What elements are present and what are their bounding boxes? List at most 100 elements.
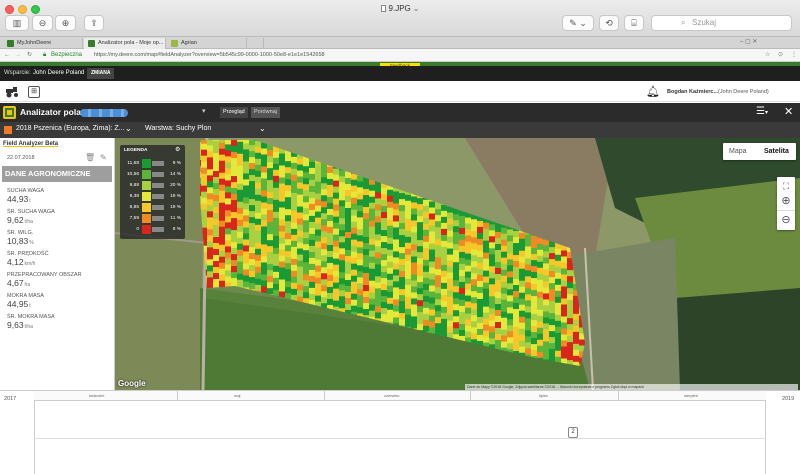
yield-cell [357, 235, 363, 241]
yield-cell [519, 287, 525, 293]
compare-button[interactable]: Porównaj [251, 107, 280, 118]
trash-icon[interactable]: 🗑︎ [85, 153, 95, 162]
yield-cell [429, 346, 435, 352]
share-button[interactable]: ⇪ [84, 15, 104, 31]
yield-cell [279, 256, 285, 262]
yield-cell [213, 189, 219, 195]
bookmark-star-icon[interactable]: ☆ [765, 49, 770, 62]
chevron-down-icon[interactable]: ⌄ [125, 124, 132, 133]
yield-cell [537, 340, 543, 346]
change-org-button[interactable]: ZMIANA [87, 68, 114, 79]
yield-cell [261, 142, 267, 148]
yield-cell [345, 214, 351, 220]
zoom-out-button[interactable]: ⊖ [32, 15, 53, 31]
yield-cell [531, 308, 537, 314]
yield-cell [471, 213, 477, 219]
yield-cell [345, 286, 351, 292]
yield-cell [201, 174, 207, 180]
tab-field-analyzer[interactable]: Analizator pola - Moje op... [84, 38, 166, 49]
sidebar-toggle-button[interactable]: ▥ [5, 15, 29, 31]
url-input[interactable]: https://my.deere.com/map#fieldAnalyzer?o… [94, 49, 325, 62]
zoom-in-button[interactable]: ⊕ [777, 192, 795, 211]
yield-cell [339, 206, 345, 212]
yield-cell [429, 214, 435, 220]
yield-cell [459, 324, 465, 330]
yield-cell [453, 352, 459, 358]
yield-cell [381, 170, 387, 176]
overview-button[interactable]: Przegląd [220, 107, 248, 118]
yield-cell [357, 247, 363, 253]
yield-cell [501, 342, 507, 348]
yield-cell [489, 218, 495, 224]
field-selector[interactable]: ▾ [80, 108, 210, 118]
yield-cell [435, 353, 441, 359]
apps-grid-button[interactable]: ⊞ [28, 86, 40, 98]
yield-cell [309, 234, 315, 240]
layer-selector[interactable]: Warstwa: Suchy Plon [145, 125, 211, 132]
menu-dots-icon[interactable]: ⋮ [791, 49, 797, 62]
yield-cell [249, 169, 255, 175]
extension-icon[interactable]: ⊙ [778, 49, 783, 62]
toolbox-button[interactable]: ⌸ [624, 15, 644, 31]
forward-icon[interactable]: → [15, 49, 21, 62]
yield-cell [339, 290, 345, 296]
yield-cell [411, 358, 417, 364]
reload-icon[interactable]: ↻ [27, 49, 32, 62]
yield-cell [549, 295, 555, 301]
yield-cell [231, 320, 237, 326]
yield-cell [447, 291, 453, 297]
zoom-in-button[interactable]: ⊕ [55, 15, 76, 31]
yield-cell [471, 303, 477, 309]
user-name[interactable]: Bogdan Kaźmierc... [667, 89, 718, 95]
yield-cell [201, 234, 207, 240]
yield-cell [441, 307, 447, 313]
yield-cell [285, 251, 291, 257]
list-menu-button[interactable]: ☰▾ [756, 106, 768, 117]
zoom-out-button[interactable]: ⊖ [777, 211, 795, 230]
operation-selector[interactable]: 2018 Pszenica (Europa, Zima): Z... [16, 125, 125, 132]
yield-cell [315, 290, 321, 296]
yield-cell [345, 340, 351, 346]
yield-cell [273, 338, 279, 344]
yield-cell [381, 272, 387, 278]
rotate-button[interactable]: ⟲ [599, 15, 619, 31]
tab-agrian[interactable]: Agrian [167, 38, 247, 49]
yield-cell [501, 324, 507, 330]
yield-cell [339, 170, 345, 176]
yield-cell [543, 311, 549, 317]
yield-cell [201, 270, 207, 276]
satellite-button[interactable]: Satelita [764, 143, 789, 160]
back-icon[interactable]: ← [4, 49, 10, 62]
edit-pencil-icon[interactable]: ✎ [100, 153, 107, 162]
yield-cell [441, 349, 447, 355]
settings-icon[interactable]: ⚙︎ [175, 146, 180, 153]
tab-myjohndeere[interactable]: MyJohnDeere [3, 38, 83, 49]
close-icon[interactable]: ✕ [784, 105, 793, 118]
search-input[interactable]: ⌕Szukaj [651, 15, 792, 31]
yield-cell [225, 324, 231, 330]
yield-cell [561, 274, 567, 280]
bell-icon[interactable]: 🔔︎ [646, 85, 660, 98]
yield-cell [411, 202, 417, 208]
yield-cell [483, 259, 489, 265]
yield-cell [321, 255, 327, 261]
yield-cell [447, 303, 453, 309]
yield-cell [237, 340, 243, 346]
map-button[interactable]: Mapa [729, 143, 747, 160]
tractor-icon[interactable] [5, 86, 19, 98]
timeline-marker[interactable]: 2 [568, 427, 578, 438]
yield-cell [291, 175, 297, 181]
yield-cell [357, 343, 363, 349]
yield-cell [243, 227, 249, 233]
yield-cell [483, 367, 489, 373]
yield-cell [339, 248, 345, 254]
yield-cell [483, 361, 489, 367]
yield-cell [429, 232, 435, 238]
new-tab-button[interactable] [248, 38, 264, 49]
yield-cell [435, 365, 441, 371]
yield-cell [207, 295, 213, 301]
timeline[interactable]: 2017 2019 kwiecień maj czerwiec lipiec s… [0, 390, 800, 473]
chevron-down-icon[interactable]: ⌄ [259, 124, 266, 133]
markup-button[interactable]: ✎ ⌄ [562, 15, 594, 31]
satellite-map[interactable]: LEGENDA ⚙︎ 11,589 %10,5614 %9,8820 %9,38… [115, 138, 800, 390]
